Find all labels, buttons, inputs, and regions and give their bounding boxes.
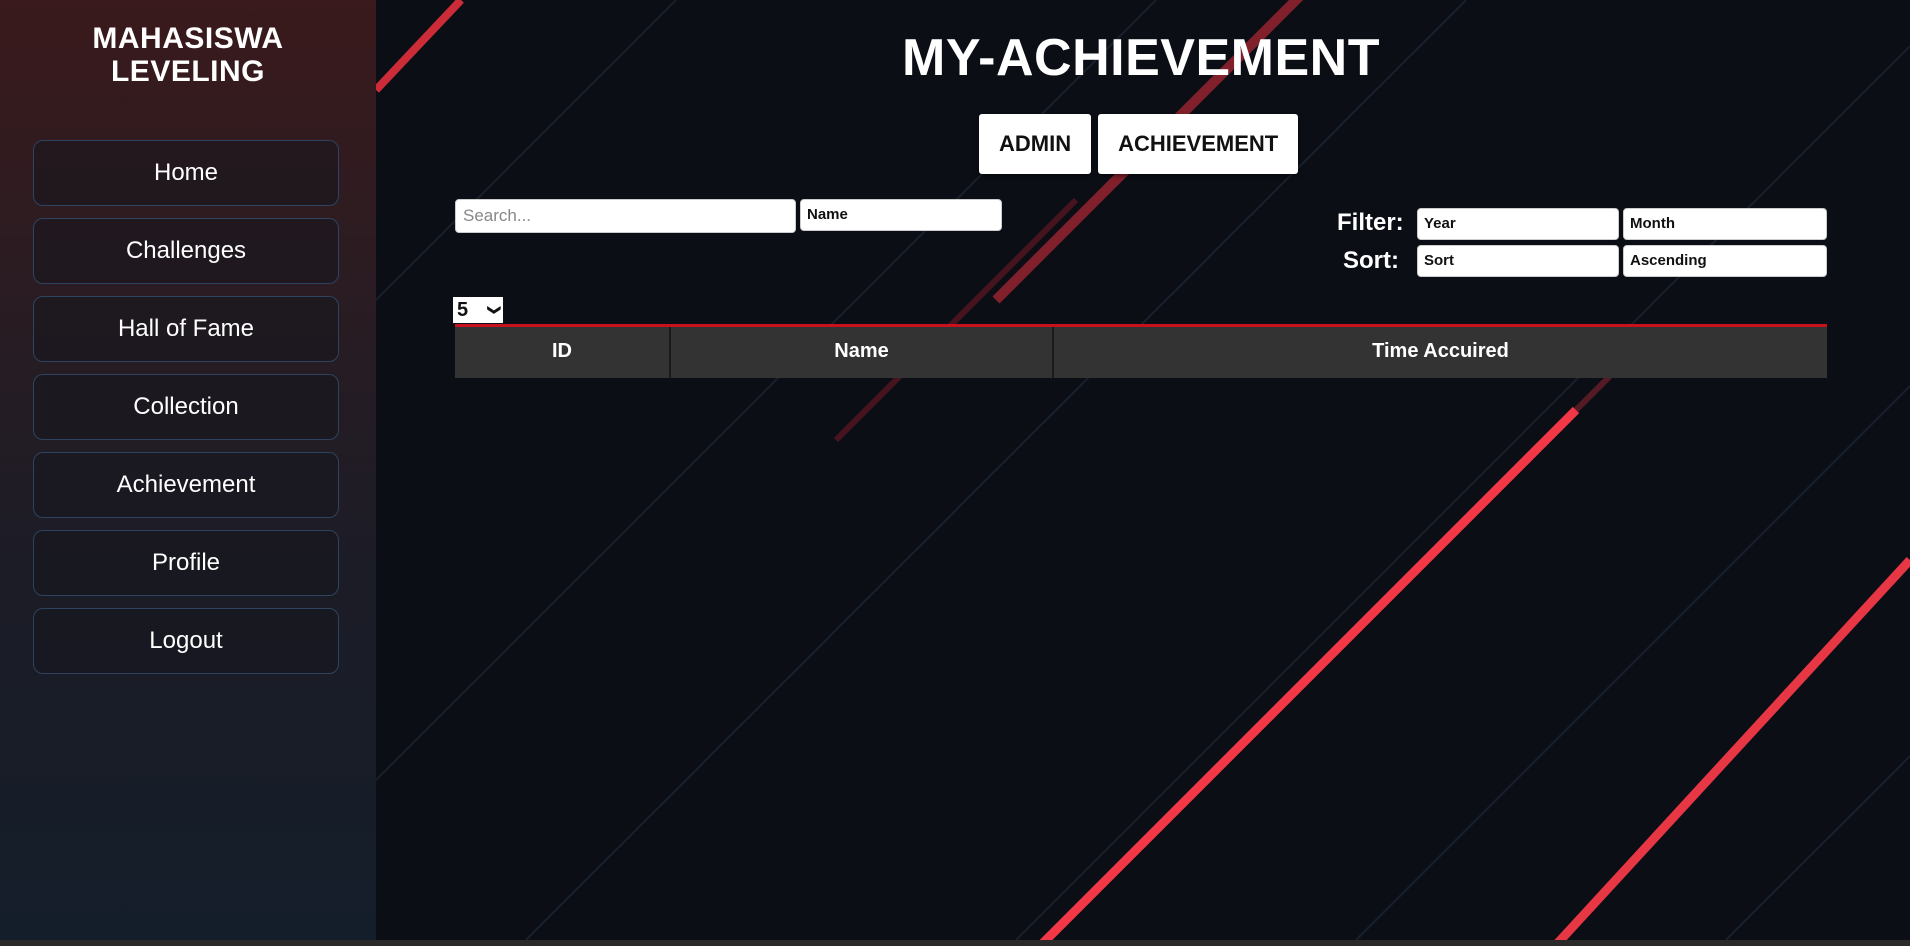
main-content: MY-ACHIEVEMENT ADMIN ACHIEVEMENT Name Fi… [376, 0, 1910, 940]
filter-month-select[interactable]: Month [1623, 208, 1827, 240]
admin-button[interactable]: ADMIN [979, 114, 1092, 174]
brand-line-1: MAHASISWA [92, 22, 284, 55]
sidebar-item-challenges[interactable]: Challenges [33, 218, 339, 284]
achievement-table: ID Name Time Accuired [455, 324, 1827, 378]
column-header-time-accuired[interactable]: Time Accuired [1054, 327, 1827, 378]
search-field-select[interactable]: Name [800, 199, 1002, 231]
sidebar-nav: Home Challenges Hall of Fame Collection … [33, 140, 339, 686]
page-title: MY-ACHIEVEMENT [902, 29, 1380, 87]
sidebar-item-achievement[interactable]: Achievement [33, 452, 339, 518]
page-size-select[interactable]: 5 ❯ [453, 297, 503, 323]
achievement-button[interactable]: ACHIEVEMENT [1098, 114, 1299, 174]
column-header-name[interactable]: Name [671, 327, 1054, 378]
search-input[interactable] [455, 199, 796, 233]
sidebar-item-collection[interactable]: Collection [33, 374, 339, 440]
brand-logo: MAHASISWA LEVELING [0, 0, 376, 88]
sidebar-item-hall-of-fame[interactable]: Hall of Fame [33, 296, 339, 362]
top-button-group: ADMIN ACHIEVEMENT [979, 114, 1299, 174]
sort-order-select[interactable]: Ascending [1623, 245, 1827, 277]
chevron-down-icon: ❯ [487, 304, 503, 316]
sidebar: MAHASISWA LEVELING Home Challenges Hall … [0, 0, 376, 940]
column-header-id[interactable]: ID [455, 327, 671, 378]
sort-label: Sort: [1343, 247, 1399, 274]
sidebar-item-profile[interactable]: Profile [33, 530, 339, 596]
sort-field-select[interactable]: Sort [1417, 245, 1619, 277]
page-size-value: 5 [457, 299, 469, 321]
brand-line-2: LEVELING [110, 55, 265, 88]
sidebar-item-home[interactable]: Home [33, 140, 339, 206]
sidebar-item-logout[interactable]: Logout [33, 608, 339, 674]
filter-label: Filter: [1337, 209, 1404, 236]
window-bottom-edge [0, 940, 1910, 946]
filter-year-select[interactable]: Year [1417, 208, 1619, 240]
